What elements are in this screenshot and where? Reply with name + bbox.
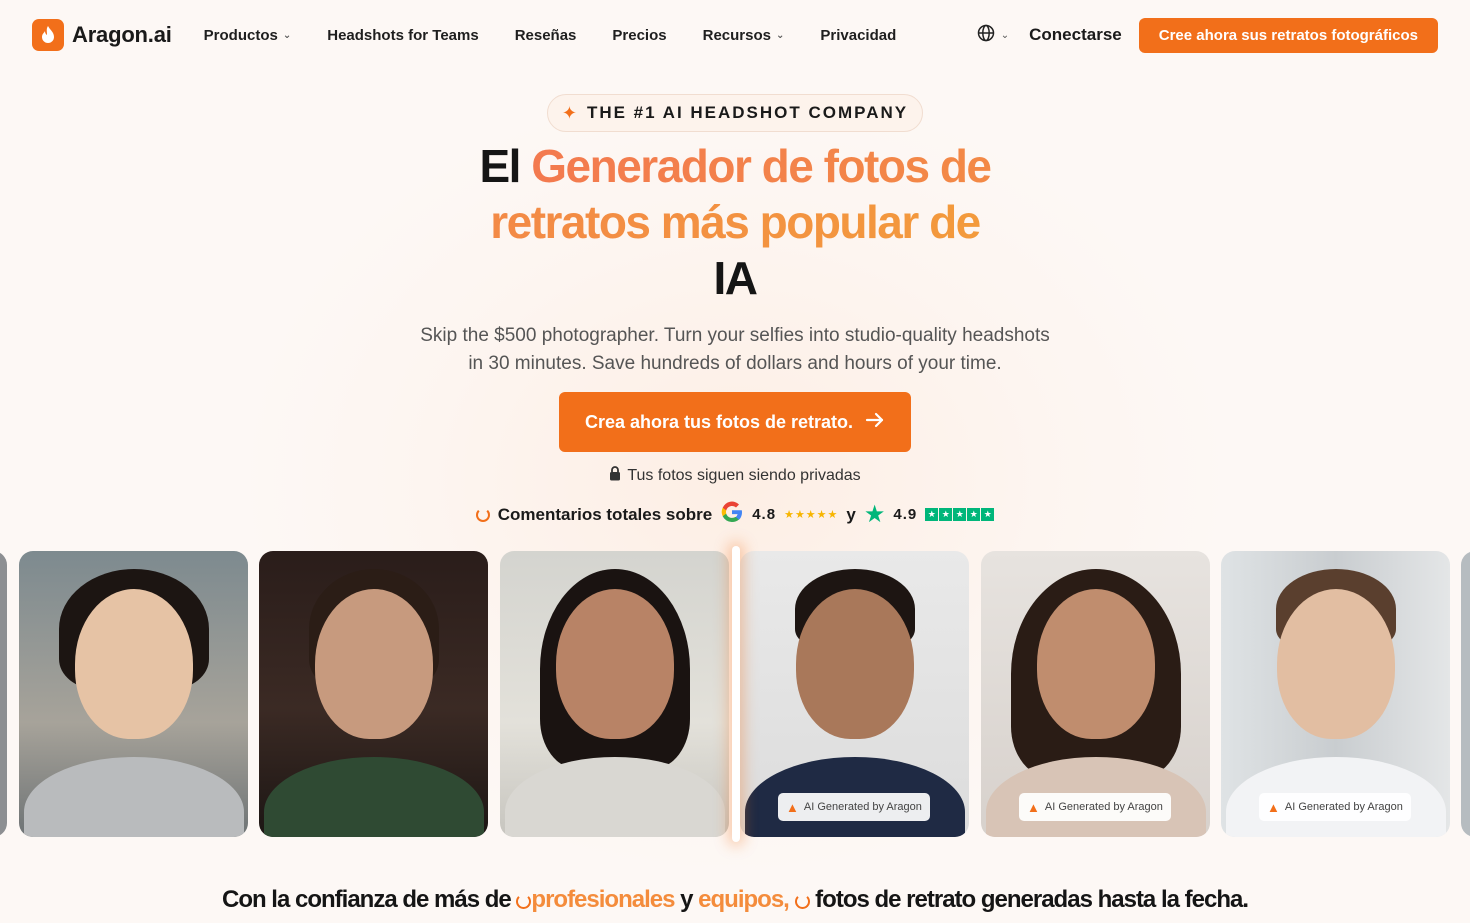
nav-item-privacidad[interactable]: Privacidad	[820, 27, 896, 44]
ai-badge-label: AI Generated by Aragon	[803, 801, 922, 813]
comparison-divider	[732, 546, 740, 842]
google-rating: 4.8	[752, 506, 777, 523]
lock-icon	[609, 466, 621, 486]
nav-item-resenas[interactable]: Reseñas	[515, 27, 577, 44]
language-selector[interactable]: ⌄	[977, 24, 1009, 47]
reviews-label: Comentarios totales sobre	[497, 504, 713, 524]
top-navbar: Aragon.ai Productos ⌄ Headshots for Team…	[0, 0, 1470, 70]
trust-part1: Con la confianza de más de	[221, 886, 512, 913]
loading-spinner-icon	[475, 507, 490, 522]
flame-icon: ▲	[786, 799, 799, 815]
login-link[interactable]: Conectarse	[1029, 25, 1122, 45]
nav-item-label: Productos	[203, 26, 278, 44]
page-title: El Generador de fotos de retratos más po…	[465, 138, 1005, 306]
arrow-right-icon	[865, 412, 885, 433]
loading-spinner-icon	[794, 894, 810, 909]
google-icon	[720, 500, 744, 529]
flame-logo-icon	[32, 19, 64, 51]
nav-item-productos[interactable]: Productos ⌄	[204, 27, 292, 44]
trust-teams: equipos,	[698, 886, 790, 913]
globe-icon	[977, 24, 995, 47]
create-headshots-button[interactable]: Cree ahora sus retratos fotográficos	[1138, 17, 1438, 53]
ai-generated-badge: ▲ AI Generated by Aragon	[778, 793, 930, 821]
nav-right: ⌄ Conectarse Cree ahora sus retratos fot…	[977, 17, 1438, 53]
ai-headshot-photo: ▲ AI Generated by Aragon	[981, 551, 1210, 837]
google-stars-icon: ★★★★★	[784, 509, 839, 521]
title-end: IA	[713, 252, 759, 304]
ai-headshot-photo: ▲ AI Generated by Aragon	[740, 551, 969, 837]
hero-subtitle: Skip the $500 photographer. Turn your se…	[420, 325, 1050, 374]
flame-icon: ▲	[1267, 799, 1280, 815]
ai-generated-badge: ▲ AI Generated by Aragon	[1019, 793, 1171, 821]
cta-label: Crea ahora tus fotos de retrato.	[584, 411, 854, 432]
reviews-connector: y	[846, 504, 856, 524]
selfie-photo	[500, 551, 729, 837]
trustpilot-star-icon: ★	[863, 500, 886, 528]
logo[interactable]: Aragon.ai	[32, 19, 172, 51]
chevron-down-icon: ⌄	[775, 29, 785, 41]
ai-headshot-photo-edge	[1461, 551, 1470, 837]
selfie-photo-edge	[0, 551, 7, 837]
nav-item-precios[interactable]: Precios	[612, 27, 666, 44]
trust-part2: fotos de retrato generadas hasta la fech…	[815, 886, 1249, 913]
chevron-down-icon: ⌄	[282, 29, 292, 41]
trustpilot-stars-icon: ★ ★ ★ ★ ★	[925, 508, 995, 521]
hero-section: ✦ THE #1 AI HEADSHOT COMPANY El Generado…	[0, 94, 1470, 529]
nav-item-label: Precios	[612, 26, 667, 44]
nav-item-label: Headshots for Teams	[327, 26, 479, 44]
nav-links: Productos ⌄ Headshots for Teams Reseñas …	[204, 27, 933, 44]
nav-item-recursos[interactable]: Recursos ⌄	[703, 27, 785, 44]
logo-text: Aragon.ai	[72, 22, 172, 47]
privacy-note: Tus fotos siguen siendo privadas	[0, 466, 1470, 486]
reviews-summary: Comentarios totales sobre 4.8 ★★★★★ y ★ …	[0, 500, 1470, 529]
ai-headshot-photo: ▲ AI Generated by Aragon	[1221, 551, 1450, 837]
title-plain: El	[479, 140, 522, 192]
ai-badge-label: AI Generated by Aragon	[1044, 801, 1163, 813]
ai-generated-badge: ▲ AI Generated by Aragon	[1259, 793, 1411, 821]
nav-item-label: Reseñas	[514, 26, 577, 44]
trust-professionals: profesionales	[531, 886, 675, 913]
chevron-down-icon: ⌄	[1000, 29, 1010, 41]
flame-icon: ▲	[1027, 799, 1040, 815]
nav-item-headshots-for-teams[interactable]: Headshots for Teams	[327, 27, 478, 44]
selfie-photo	[19, 551, 248, 837]
title-highlight: Generador de fotos de retratos más popul…	[490, 140, 992, 248]
badge-text: THE #1 AI HEADSHOT COMPANY	[586, 103, 909, 122]
selfie-photo	[259, 551, 488, 837]
trustpilot-rating: 4.9	[893, 506, 918, 523]
company-badge: ✦ THE #1 AI HEADSHOT COMPANY	[546, 94, 924, 132]
nav-item-label: Recursos	[702, 26, 771, 44]
ai-badge-label: AI Generated by Aragon	[1284, 801, 1403, 813]
nav-item-label: Privacidad	[820, 26, 897, 44]
trust-statement: Con la confianza de más de profesionales…	[0, 886, 1470, 914]
trust-and: y	[680, 886, 693, 913]
loading-spinner-icon	[516, 894, 532, 909]
create-headshots-main-button[interactable]: Crea ahora tus fotos de retrato.	[558, 392, 912, 452]
privacy-text: Tus fotos siguen siendo privadas	[627, 467, 861, 484]
sparkle-icon: ✦	[561, 102, 579, 123]
